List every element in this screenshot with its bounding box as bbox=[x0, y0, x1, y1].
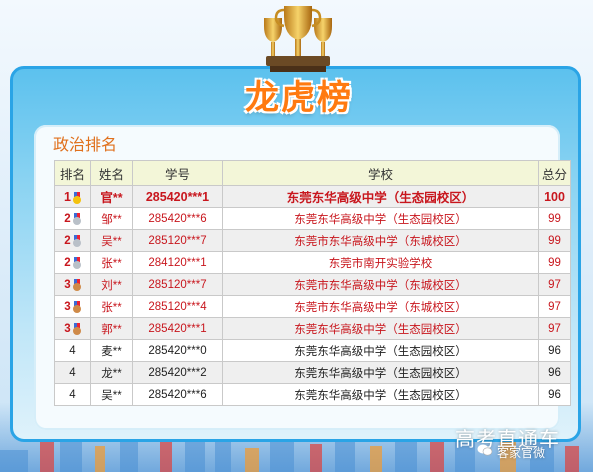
school-cell: 东莞市东华高级中学（东城校区） bbox=[222, 295, 539, 318]
rank-cell: 3 bbox=[54, 317, 91, 340]
rank-cell: 1 bbox=[54, 185, 91, 208]
name-cell: 吴** bbox=[90, 229, 133, 252]
name-cell: 邹** bbox=[90, 207, 133, 230]
score-cell: 100 bbox=[538, 185, 571, 208]
school-cell: 东莞市东华高级中学（东城校区） bbox=[222, 229, 539, 252]
rank-number: 4 bbox=[69, 366, 76, 379]
student-id-cell: 285420***2 bbox=[132, 361, 223, 384]
rank-number: 2 bbox=[64, 212, 71, 225]
rank-number: 4 bbox=[69, 344, 76, 357]
table-row: 4 龙** 285420***2 东莞东华高级中学（生态园校区） 96 bbox=[54, 361, 571, 384]
name-cell: 刘** bbox=[90, 273, 133, 296]
rank-number: 3 bbox=[64, 278, 71, 291]
student-id-cell: 285120***4 bbox=[132, 295, 223, 318]
rank-number: 4 bbox=[69, 388, 76, 401]
banner-title: 龙虎榜 bbox=[245, 78, 353, 118]
silver-medal-icon bbox=[72, 234, 81, 247]
score-cell: 96 bbox=[538, 339, 571, 362]
student-id-cell: 285420***1 bbox=[132, 317, 223, 340]
rank-cell: 2 bbox=[54, 251, 91, 274]
table-row: 2 张** 284120***1 东莞市南开实验学校 99 bbox=[54, 251, 571, 274]
table-row: 3 张** 285120***4 东莞市东华高级中学（东城校区） 97 bbox=[54, 295, 571, 318]
rank-number: 3 bbox=[64, 322, 71, 335]
table-header-row: 排名 姓名 学号 学校 总分 bbox=[54, 160, 571, 186]
subject-heading: 政治排名 bbox=[53, 135, 118, 154]
table-row: 2 吴** 285120***7 东莞市东华高级中学（东城校区） 99 bbox=[54, 229, 571, 252]
rank-number: 1 bbox=[64, 189, 71, 204]
student-id-cell: 285420***6 bbox=[132, 207, 223, 230]
table-row: 1 官** 285420***1 东莞东华高级中学（生态园校区） 100 bbox=[54, 185, 571, 208]
rank-number: 2 bbox=[64, 256, 71, 269]
table-row: 4 麦** 285420***0 东莞东华高级中学（生态园校区） 96 bbox=[54, 339, 571, 362]
student-id-cell: 285420***0 bbox=[132, 339, 223, 362]
school-cell: 东莞东华高级中学（生态园校区） bbox=[222, 185, 539, 208]
name-cell: 龙** bbox=[90, 361, 133, 384]
score-cell: 99 bbox=[538, 251, 571, 274]
header-school: 学校 bbox=[222, 160, 539, 186]
student-id-cell: 285420***1 bbox=[132, 185, 223, 208]
score-cell: 97 bbox=[538, 273, 571, 296]
school-cell: 东莞市南开实验学校 bbox=[222, 251, 539, 274]
header-name: 姓名 bbox=[90, 160, 133, 186]
ranking-table: 排名 姓名 学号 学校 总分 1 官** 285420***1 东莞东华高级中学（生态… bbox=[54, 160, 571, 406]
name-cell: 吴** bbox=[90, 383, 133, 406]
school-cell: 东莞东华高级中学（生态园校区） bbox=[222, 383, 539, 406]
school-cell: 东莞东华高级中学（生态园校区） bbox=[222, 207, 539, 230]
table-row: 3 刘** 285120***7 东莞市东华高级中学（东城校区） 97 bbox=[54, 273, 571, 296]
score-cell: 99 bbox=[538, 207, 571, 230]
name-cell: 张** bbox=[90, 251, 133, 274]
school-cell: 东莞市东华高级中学（东城校区） bbox=[222, 273, 539, 296]
rank-cell: 3 bbox=[54, 295, 91, 318]
table-row: 4 吴** 285420***6 东莞东华高级中学（生态园校区） 96 bbox=[54, 383, 571, 406]
score-cell: 96 bbox=[538, 383, 571, 406]
student-id-cell: 285120***7 bbox=[132, 273, 223, 296]
account-name: 客家官微 bbox=[497, 446, 546, 460]
rank-cell: 4 bbox=[54, 339, 91, 362]
rank-cell: 2 bbox=[54, 207, 91, 230]
school-cell: 东莞东华高级中学（生态园校区） bbox=[222, 339, 539, 362]
trophy-icon bbox=[264, 6, 332, 72]
header-score: 总分 bbox=[538, 160, 571, 186]
bronze-medal-icon bbox=[72, 322, 81, 335]
name-cell: 张** bbox=[90, 295, 133, 318]
rank-cell: 4 bbox=[54, 383, 91, 406]
header-id: 学号 bbox=[132, 160, 223, 186]
name-cell: 麦** bbox=[90, 339, 133, 362]
gold-medal-icon bbox=[72, 191, 81, 204]
school-cell: 东莞东华高级中学（生态园校区） bbox=[222, 361, 539, 384]
student-id-cell: 285120***7 bbox=[132, 229, 223, 252]
header-rank: 排名 bbox=[54, 160, 91, 186]
wechat-icon bbox=[477, 444, 493, 456]
table-row: 3 郭** 285420***1 东莞东华高级中学（生态园校区） 97 bbox=[54, 317, 571, 340]
rank-cell: 3 bbox=[54, 273, 91, 296]
table-row: 2 邹** 285420***6 东莞东华高级中学（生态园校区） 99 bbox=[54, 207, 571, 230]
bronze-medal-icon bbox=[72, 300, 81, 313]
rank-number: 2 bbox=[64, 234, 71, 247]
name-cell: 郭** bbox=[90, 317, 133, 340]
silver-medal-icon bbox=[72, 212, 81, 225]
student-id-cell: 285420***6 bbox=[132, 383, 223, 406]
rank-number: 3 bbox=[64, 300, 71, 313]
score-cell: 97 bbox=[538, 295, 571, 318]
score-cell: 97 bbox=[538, 317, 571, 340]
name-cell: 官** bbox=[90, 185, 133, 208]
bronze-medal-icon bbox=[72, 278, 81, 291]
score-cell: 96 bbox=[538, 361, 571, 384]
score-cell: 99 bbox=[538, 229, 571, 252]
rank-cell: 2 bbox=[54, 229, 91, 252]
student-id-cell: 284120***1 bbox=[132, 251, 223, 274]
rank-cell: 4 bbox=[54, 361, 91, 384]
school-cell: 东莞东华高级中学（生态园校区） bbox=[222, 317, 539, 340]
silver-medal-icon bbox=[72, 256, 81, 269]
